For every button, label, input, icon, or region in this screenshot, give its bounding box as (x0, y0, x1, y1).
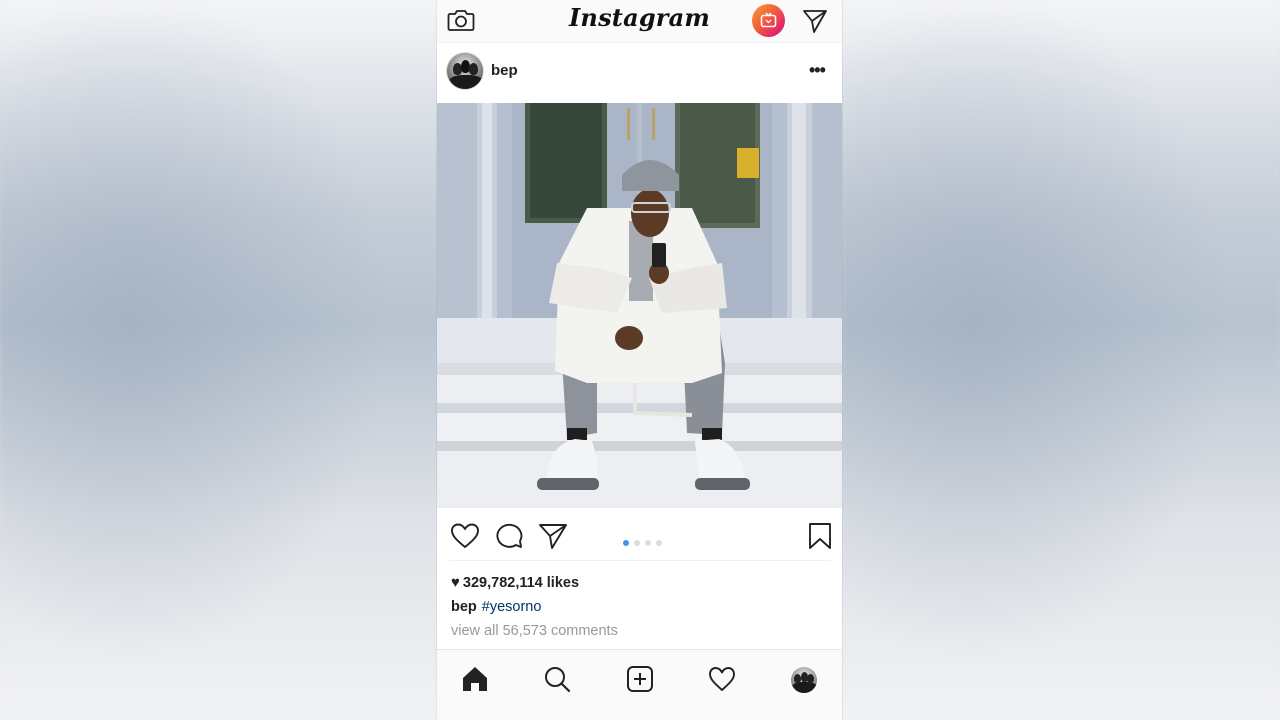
share-icon[interactable] (538, 521, 568, 551)
top-bar: Instagram (437, 0, 842, 43)
instagram-phone-screen: Instagram bep ••• ♥ 329,782,114 likes be… (437, 0, 842, 720)
igtv-icon[interactable] (752, 4, 785, 37)
heart-icon[interactable] (450, 521, 480, 551)
blurred-background-left (0, 0, 437, 720)
small-heart-icon: ♥ (451, 574, 460, 591)
divider (449, 560, 831, 561)
home-icon[interactable] (461, 665, 489, 693)
caption-hashtag[interactable]: #yesorno (482, 599, 542, 615)
post-caption: bep #yesorno (451, 599, 541, 615)
view-all-comments-link[interactable]: view all 56,573 comments (451, 623, 618, 639)
comment-icon[interactable] (494, 521, 524, 551)
carousel-dot (656, 540, 662, 546)
post-username[interactable]: bep (491, 62, 518, 79)
bottom-navigation (437, 649, 842, 720)
likes-text: 329,782,114 likes (462, 575, 580, 591)
direct-message-icon[interactable] (802, 8, 828, 34)
carousel-dot (634, 540, 640, 546)
carousel-dot-active (623, 540, 629, 546)
profile-avatar[interactable] (791, 667, 817, 693)
carousel-indicator (623, 533, 667, 546)
search-icon[interactable] (543, 665, 571, 693)
caption-username[interactable]: bep (451, 599, 477, 615)
avatar[interactable] (446, 52, 484, 90)
more-options-icon[interactable]: ••• (809, 60, 826, 81)
activity-heart-icon[interactable] (708, 665, 736, 693)
blurred-background-right (842, 0, 1280, 720)
likes-count[interactable]: ♥ 329,782,114 likes (451, 574, 579, 591)
post-photo[interactable] (437, 103, 842, 508)
post-header: bep ••• (437, 50, 842, 92)
add-post-icon[interactable] (626, 665, 654, 693)
post-actions (437, 515, 842, 557)
bookmark-icon[interactable] (805, 521, 835, 551)
carousel-dot (645, 540, 651, 546)
